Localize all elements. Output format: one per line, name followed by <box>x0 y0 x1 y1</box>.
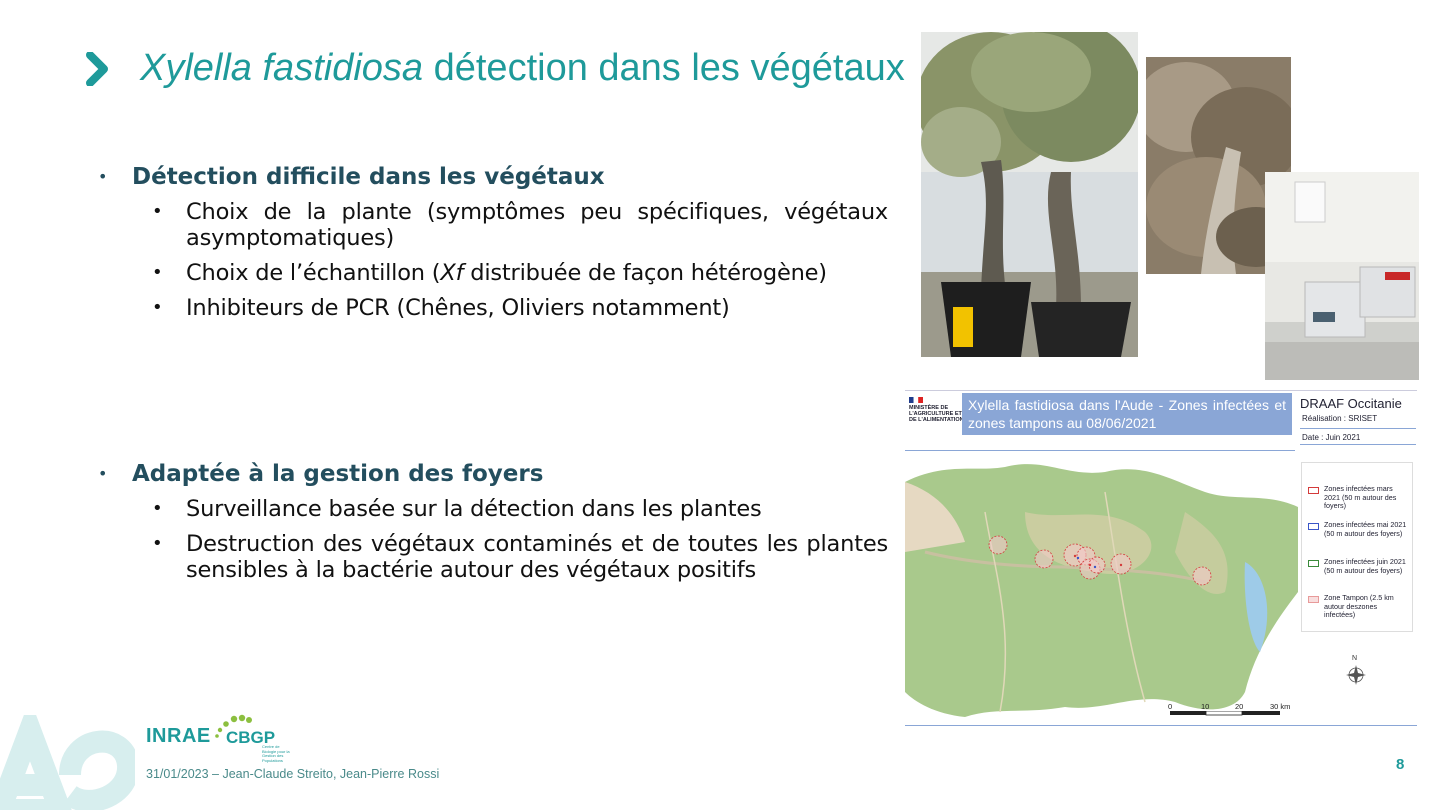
page-number: 8 <box>1396 756 1405 773</box>
scale-label-10: 10 <box>1201 702 1210 711</box>
compass-icon <box>1346 665 1366 685</box>
section1-bullet-1: Choix de la plante (symptômes peu spécif… <box>98 199 888 251</box>
photo-lab-equipment <box>1265 172 1419 380</box>
north-label: N <box>1352 655 1358 662</box>
chevron-right-icon <box>86 52 108 86</box>
bullet-2-before: Choix de l’échantillon ( <box>186 260 441 286</box>
legend-label: Zones infectées juin 2021 (50 m autour d… <box>1324 557 1406 575</box>
section-gestion-foyers: Adaptée à la gestion des foyers Surveill… <box>98 460 888 583</box>
map-title: Xylella fastidiosa dans l'Aude - Zones i… <box>962 393 1292 435</box>
photo-olive-trees <box>921 32 1138 357</box>
footer-credit: 31/01/2023 – Jean-Claude Streito, Jean-P… <box>146 767 440 781</box>
map-aude <box>905 452 1298 722</box>
section1-bullet-2: Choix de l’échantillon (Xf distribuée de… <box>98 260 888 286</box>
legend-item-juin: Zones infectées juin 2021 (50 m autour d… <box>1308 557 1408 575</box>
map-realisation: Réalisation : SRISET <box>1302 414 1378 423</box>
section-detection-difficile: Détection difficile dans les végétaux Ch… <box>98 163 888 321</box>
french-flag-icon <box>909 397 923 403</box>
inrae-logo: INRAE <box>146 725 211 747</box>
cbgp-subtitle: Centre de Biologie pour la Gestion des P… <box>262 744 290 763</box>
legend-label: Zones infectées mai 2021 (50 m autour de… <box>1324 520 1407 538</box>
ae-watermark-logo <box>0 715 135 810</box>
map-legend: Zones infectées mars 2021 (50 m autour d… <box>1301 462 1413 632</box>
map-org: DRAAF Occitanie <box>1300 396 1402 411</box>
legend-item-mai: Zones infectées mai 2021 (50 m autour de… <box>1308 520 1408 538</box>
scale-label-0: 0 <box>1168 702 1173 711</box>
section2-bullet-1: Surveillance basée sur la détection dans… <box>98 496 888 522</box>
scale-bar <box>1170 711 1280 716</box>
ministere-label: MINISTÈRE DE L'AGRICULTURE ET DE L'ALIME… <box>909 405 964 423</box>
title-italic: Xylella fastidiosa <box>140 47 424 89</box>
legend-label: Zone Tampon (2.5 km autour deszones infe… <box>1324 593 1394 619</box>
title-rest: détection dans les végétaux <box>423 47 905 89</box>
section1-bullet-3: Inhibiteurs de PCR (Chênes, Oliviers not… <box>98 295 888 321</box>
section1-heading: Détection difficile dans les végétaux <box>98 163 888 191</box>
section2-bullet-2: Destruction des végétaux contaminés et d… <box>98 531 888 583</box>
legend-item-tampon: Zone Tampon (2.5 km autour deszones infe… <box>1308 593 1408 620</box>
legend-label: Zones infectées mars 2021 (50 m autour d… <box>1324 484 1397 510</box>
slide-title: Xylella fastidiosa détection dans les vé… <box>140 44 905 92</box>
scale-label-30: 30 km <box>1270 702 1291 711</box>
legend-item-mars: Zones infectées mars 2021 (50 m autour d… <box>1308 484 1408 511</box>
section2-heading: Adaptée à la gestion des foyers <box>98 460 888 488</box>
bullet-2-italic: Xf <box>440 260 464 286</box>
scale-label-20: 20 <box>1235 702 1244 711</box>
bullet-2-after: distribuée de façon hétérogène) <box>463 260 827 286</box>
map-date: Date : Juin 2021 <box>1302 433 1361 442</box>
